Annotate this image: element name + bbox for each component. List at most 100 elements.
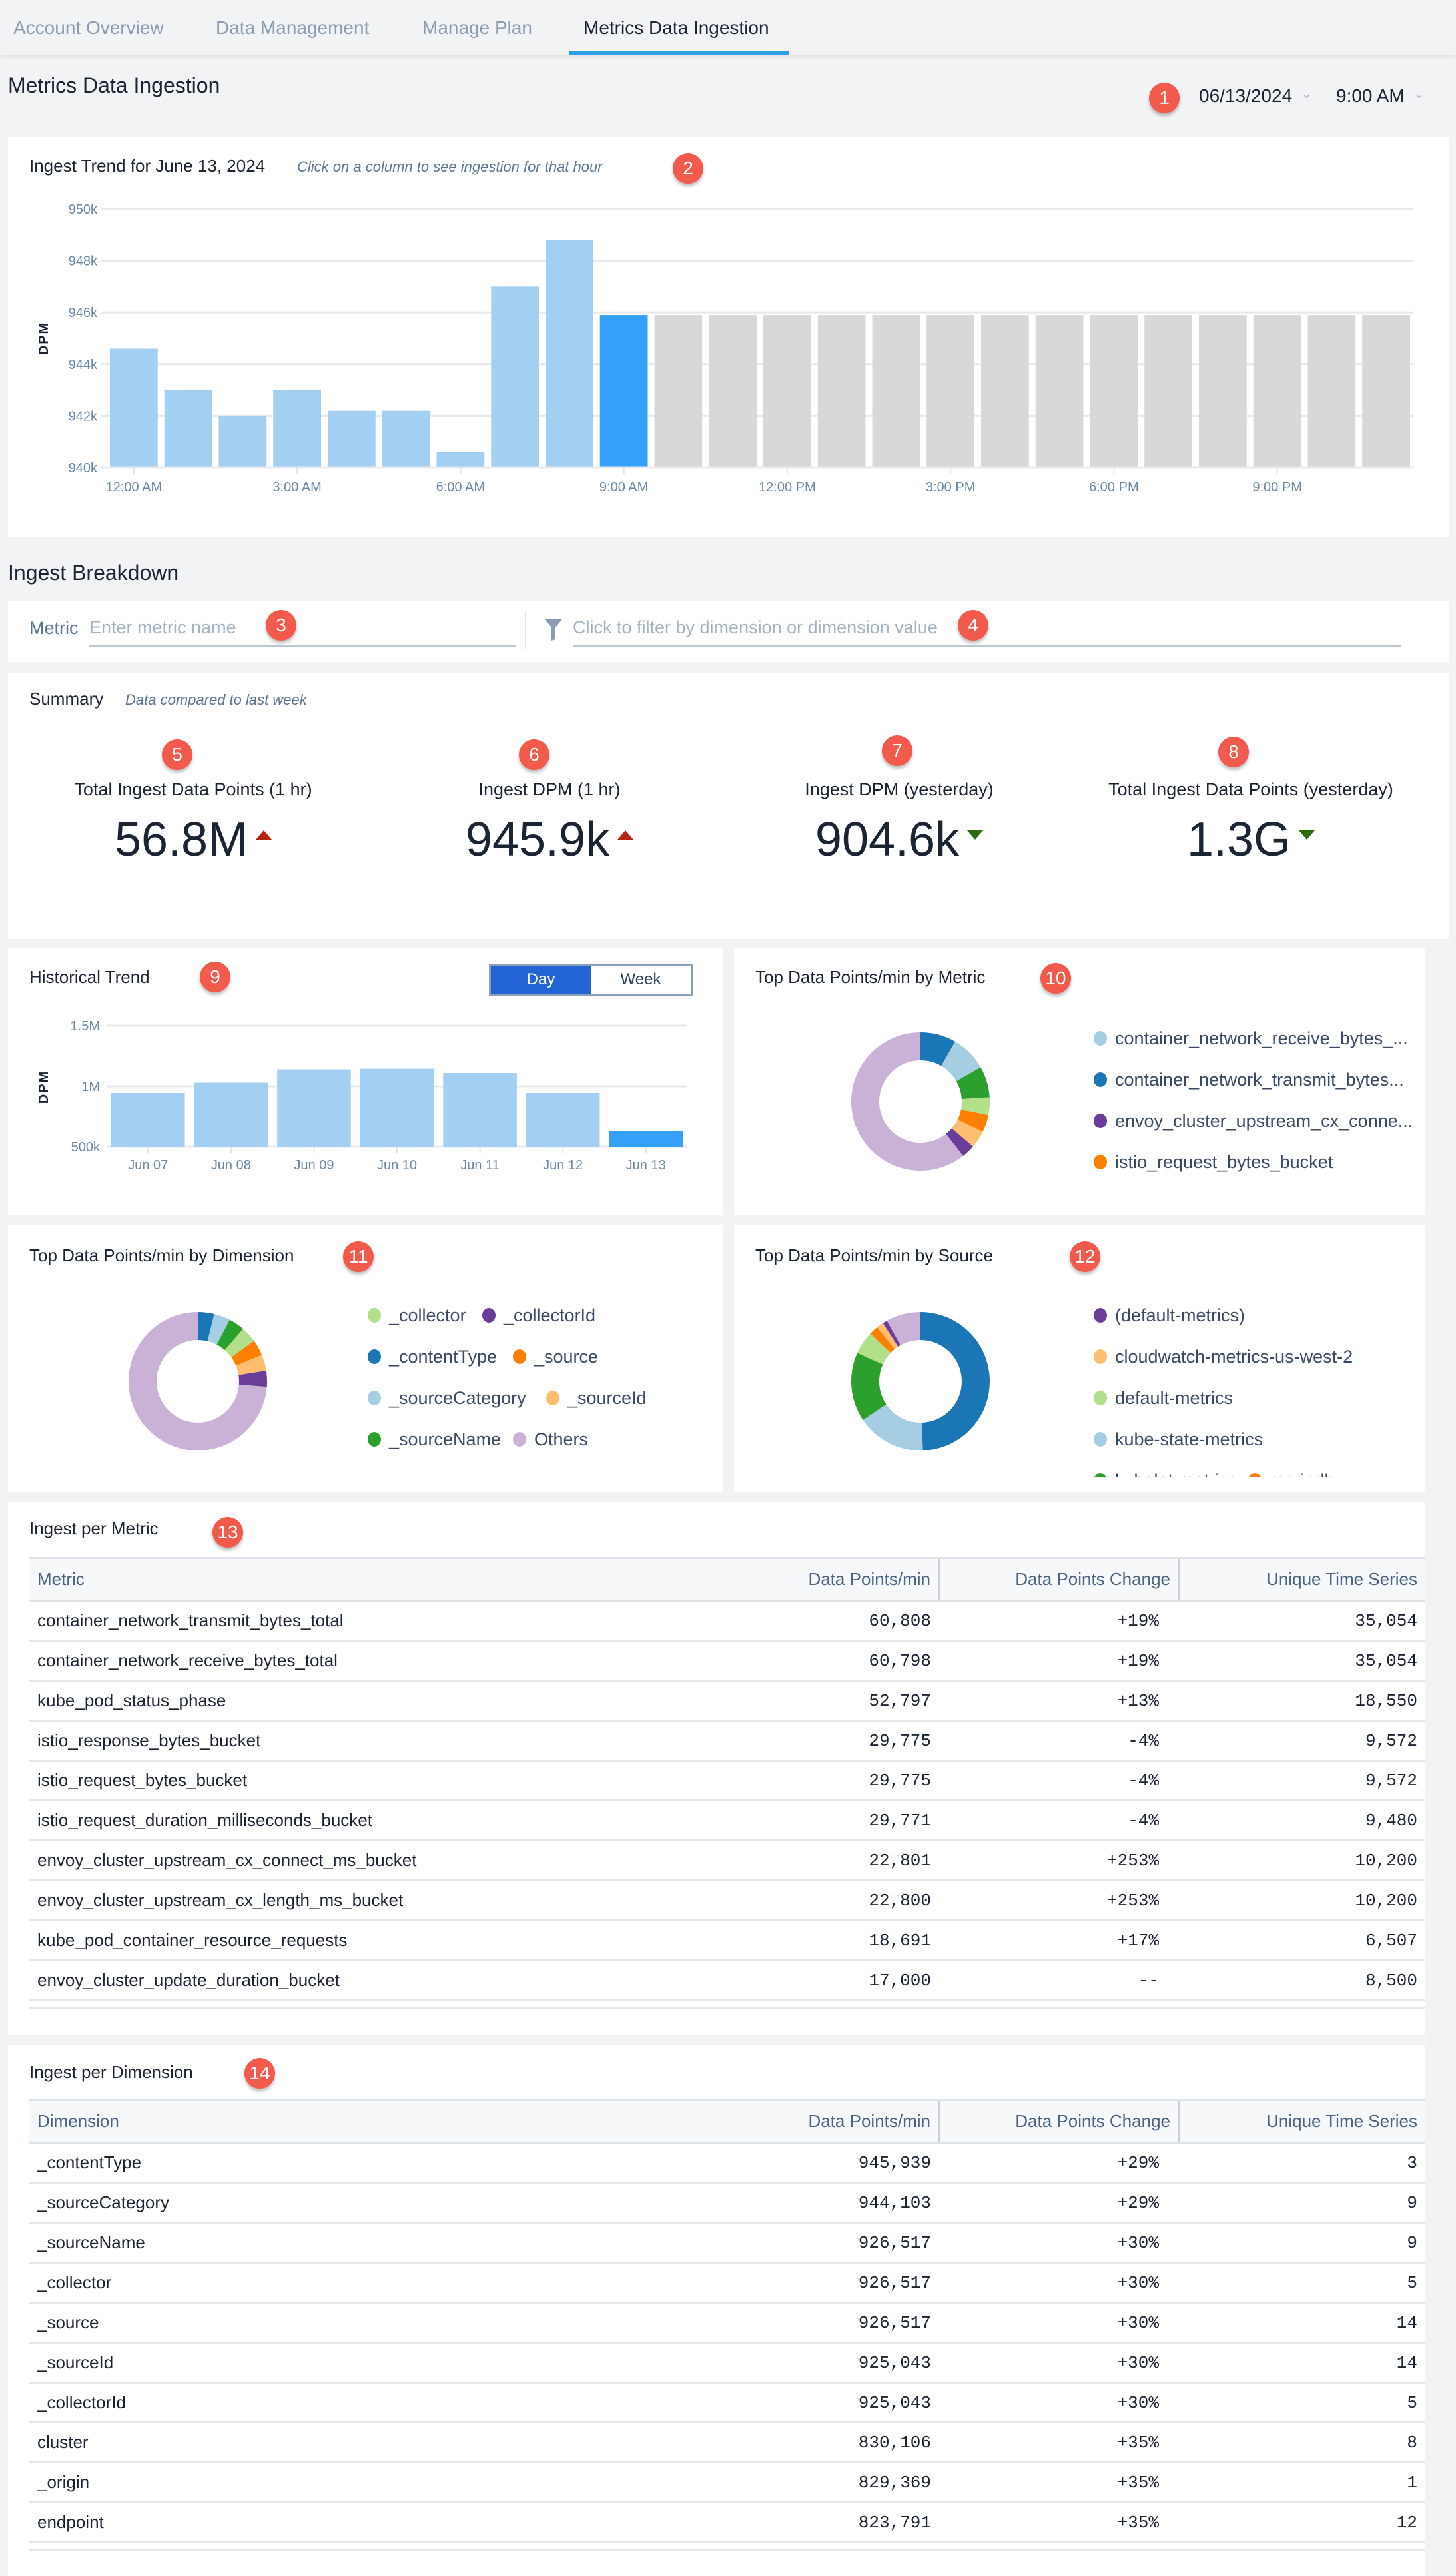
- annotation-badge-10: 10: [1040, 963, 1071, 994]
- table-footer-line: [29, 2543, 1425, 2551]
- column-header-unique-ts[interactable]: Unique Time Series: [1179, 1557, 1425, 1602]
- ingest-per-dimension-card: Ingest per Dimension 14 Dimension Data P…: [8, 2045, 1425, 2576]
- trend-bar[interactable]: [1144, 315, 1192, 468]
- trend-bar[interactable]: [164, 390, 212, 468]
- table-row[interactable]: kube_pod_status_phase 52,797 +13% 18,550: [29, 1680, 1425, 1722]
- trend-bar[interactable]: [872, 315, 920, 468]
- trend-bar[interactable]: [1362, 315, 1410, 468]
- legend-item[interactable]: _sourceCategory: [368, 1388, 526, 1409]
- cell-dpm: 52,797: [746, 1680, 939, 1722]
- tab-data-management[interactable]: Data Management: [216, 17, 369, 39]
- table-row[interactable]: container_network_transmit_bytes_total 60…: [29, 1600, 1425, 1642]
- legend-dot-icon: [1094, 1391, 1107, 1405]
- column-header-change[interactable]: Data Points Change: [939, 2099, 1180, 2144]
- table-row[interactable]: _source 926,517 +30% 14: [29, 2302, 1425, 2344]
- metric-input[interactable]: [89, 610, 516, 647]
- legend-label: _collector: [389, 1305, 466, 1325]
- table-row[interactable]: _contentType 945,939 +29% 3: [29, 2142, 1425, 2184]
- legend-item[interactable]: mariadb: [1248, 1470, 1335, 1477]
- table-row[interactable]: envoy_cluster_update_duration_bucket 17,0…: [29, 1960, 1425, 2001]
- column-header-unique-ts[interactable]: Unique Time Series: [1179, 2099, 1425, 2144]
- x-tick-label: Jun 10: [377, 1158, 417, 1173]
- legend-item[interactable]: _contentType: [368, 1347, 497, 1367]
- legend-item[interactable]: _sourceId: [546, 1388, 647, 1409]
- table-row[interactable]: _collectorId 925,043 +30% 5: [29, 2382, 1425, 2423]
- time-picker[interactable]: 9:00 AM ⌄: [1336, 85, 1424, 107]
- legend-item[interactable]: kubelet-metrics: [1094, 1470, 1237, 1477]
- legend-item[interactable]: istio_request_bytes_bucket: [1094, 1152, 1333, 1173]
- historical-bar[interactable]: [443, 1072, 517, 1147]
- cell-change: +13%: [939, 1680, 1179, 1722]
- trend-bar[interactable]: [981, 315, 1029, 468]
- legend-item[interactable]: envoy_cluster_upstream_cx_conne...: [1094, 1111, 1413, 1131]
- legend-item[interactable]: Others: [513, 1429, 588, 1450]
- trend-bar[interactable]: [546, 240, 593, 468]
- legend-item[interactable]: kube-state-metrics: [1094, 1429, 1263, 1450]
- table-row[interactable]: _sourceId 925,043 +30% 14: [29, 2342, 1425, 2384]
- trend-bar[interactable]: [654, 315, 703, 468]
- date-picker[interactable]: 06/13/2024 ⌄: [1199, 85, 1311, 107]
- trend-down-icon: [967, 830, 984, 840]
- table-row[interactable]: envoy_cluster_upstream_cx_connect_ms_buc…: [29, 1840, 1425, 1881]
- table-row[interactable]: istio_response_bytes_bucket 29,775 -4% 9,57…: [29, 1720, 1425, 1762]
- trend-bar[interactable]: [709, 315, 757, 468]
- top-metric-donut: [851, 1032, 990, 1171]
- legend-item[interactable]: cloudwatch-metrics-us-west-2: [1094, 1347, 1353, 1367]
- x-tick-label: 3:00 AM: [272, 480, 321, 495]
- historical-bar[interactable]: [194, 1082, 268, 1147]
- trend-bar[interactable]: [1253, 315, 1301, 468]
- legend-item[interactable]: _source: [513, 1347, 598, 1367]
- tab-manage-plan[interactable]: Manage Plan: [422, 17, 532, 39]
- trend-bar[interactable]: [1199, 315, 1247, 468]
- legend-item[interactable]: _collectorId: [482, 1305, 595, 1326]
- trend-bar[interactable]: [273, 390, 321, 468]
- table-row[interactable]: istio_request_duration_milliseconds_buck…: [29, 1800, 1425, 1841]
- trend-bar[interactable]: [599, 315, 648, 468]
- historical-bar[interactable]: [111, 1093, 185, 1147]
- column-header-dpm[interactable]: Data Points/min: [746, 2099, 940, 2144]
- table-row[interactable]: istio_request_bytes_bucket 29,775 -4% 9,572: [29, 1760, 1425, 1801]
- column-header-dimension[interactable]: Dimension: [29, 2099, 746, 2144]
- trend-bar[interactable]: [328, 410, 376, 468]
- column-header-dpm[interactable]: Data Points/min: [746, 1557, 940, 1602]
- legend-item[interactable]: default-metrics: [1094, 1388, 1233, 1409]
- legend-item[interactable]: container_network_transmit_bytes...: [1094, 1070, 1404, 1090]
- cell-change: +35%: [939, 2422, 1179, 2463]
- table-row[interactable]: _origin 829,369 +35% 1: [29, 2462, 1425, 2503]
- trend-bar[interactable]: [926, 315, 974, 468]
- table-row[interactable]: kube_pod_container_resource_requests 18,6…: [29, 1920, 1425, 1961]
- table-row[interactable]: _sourceName 926,517 +30% 9: [29, 2222, 1425, 2264]
- table-row[interactable]: container_network_receive_bytes_total 60,…: [29, 1640, 1425, 1682]
- legend-item[interactable]: container_network_receive_bytes_...: [1094, 1028, 1408, 1049]
- trend-bar[interactable]: [1307, 315, 1356, 468]
- legend-item[interactable]: _collector: [368, 1305, 466, 1326]
- trend-bar[interactable]: [763, 315, 811, 468]
- trend-bar[interactable]: [436, 452, 485, 468]
- historical-bar[interactable]: [526, 1093, 600, 1147]
- trend-bar[interactable]: [491, 286, 539, 468]
- ingest-per-metric-title: Ingest per Metric: [29, 1518, 159, 1538]
- tab-metrics-data-ingestion[interactable]: Metrics Data Ingestion: [583, 17, 769, 39]
- table-row[interactable]: _collector 926,517 +30% 5: [29, 2262, 1425, 2304]
- legend-item[interactable]: (default-metrics): [1094, 1305, 1245, 1326]
- donut-slice[interactable]: [920, 1312, 990, 1450]
- trend-bar[interactable]: [1035, 315, 1084, 468]
- historical-bar[interactable]: [360, 1068, 434, 1147]
- historical-bar[interactable]: [609, 1131, 683, 1147]
- trend-bar[interactable]: [382, 410, 430, 468]
- trend-bar[interactable]: [1090, 315, 1138, 468]
- legend-item[interactable]: istio_request_duration_millisecond: [1094, 1193, 1391, 1195]
- table-row[interactable]: envoy_cluster_upstream_cx_length_ms_buck…: [29, 1880, 1425, 1921]
- table-row[interactable]: _sourceCategory 944,103 +29% 9: [29, 2182, 1425, 2224]
- column-header-metric[interactable]: Metric: [29, 1557, 746, 1602]
- legend-item[interactable]: _sourceName: [368, 1429, 501, 1450]
- trend-bar[interactable]: [218, 416, 267, 468]
- trend-bar[interactable]: [817, 315, 866, 468]
- column-header-change[interactable]: Data Points Change: [939, 1557, 1180, 1602]
- trend-bar[interactable]: [110, 348, 158, 468]
- table-row[interactable]: endpoint 823,791 +35% 12: [29, 2502, 1425, 2543]
- tab-account-overview[interactable]: Account Overview: [13, 17, 164, 39]
- historical-bar[interactable]: [277, 1069, 351, 1147]
- legend-dot-icon: [368, 1391, 381, 1405]
- table-row[interactable]: cluster 830,106 +35% 8: [29, 2422, 1425, 2463]
